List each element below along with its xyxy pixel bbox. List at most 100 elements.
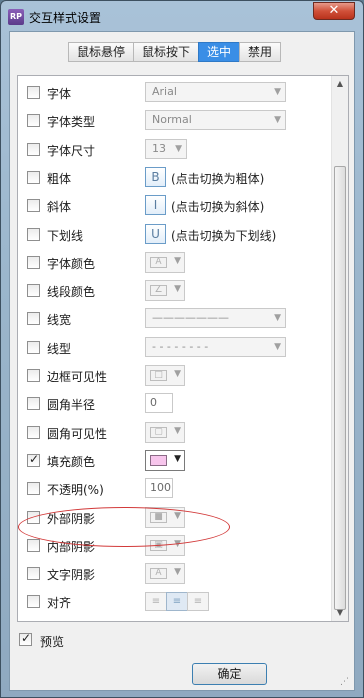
setting-label: 字体 — [47, 87, 72, 101]
style-toggle-button[interactable]: I — [145, 195, 166, 215]
setting-checkbox[interactable] — [27, 114, 40, 127]
tab-bar: 鼠标悬停 鼠标按下 选中 禁用 — [68, 42, 282, 62]
setting-label: 粗体 — [47, 172, 72, 186]
preview-toggle[interactable]: 预览 — [19, 631, 119, 649]
preview-label: 预览 — [40, 635, 65, 649]
setting-checkbox[interactable] — [27, 341, 40, 354]
scroll-down-icon[interactable]: ▼ — [332, 605, 348, 621]
setting-row: 线段颜色 ∠ ▼ — [18, 277, 331, 305]
setting-label: 对齐 — [47, 596, 72, 610]
app-icon: RP — [8, 9, 24, 25]
setting-dropdown[interactable]: ——————— ▼ — [145, 308, 286, 328]
setting-dropdown[interactable]: 13 ▼ — [145, 139, 187, 159]
color-swatch: ▣ — [150, 540, 167, 551]
color-picker[interactable]: ■ ▼ — [145, 507, 185, 528]
dropdown-value: ——————— — [152, 311, 229, 324]
setting-checkbox[interactable] — [27, 228, 40, 241]
dropdown-value: - - - - - - - - — [152, 340, 209, 353]
setting-checkbox[interactable] — [27, 199, 40, 212]
setting-checkbox[interactable] — [27, 595, 40, 608]
style-toggle-button[interactable]: B — [145, 167, 166, 187]
setting-checkbox[interactable] — [27, 312, 40, 325]
setting-label: 线段颜色 — [47, 285, 96, 299]
tab-1[interactable]: 鼠标按下 — [133, 42, 199, 62]
chevron-down-icon: ▼ — [274, 115, 281, 125]
setting-label: 字体颜色 — [47, 257, 96, 271]
setting-checkbox[interactable] — [27, 452, 40, 467]
setting-label: 不透明(%) — [47, 483, 104, 497]
resize-grip-icon[interactable]: ⋰ — [340, 676, 352, 688]
title-bar[interactable]: RP 交互样式设置 ✕ — [1, 1, 363, 31]
color-picker[interactable]: □ ▼ — [145, 365, 185, 386]
dropdown-value: 13 — [152, 142, 166, 155]
window-title: 交互样式设置 — [29, 11, 102, 25]
setting-checkbox[interactable] — [27, 171, 40, 184]
scroll-up-icon[interactable]: ▲ — [332, 76, 348, 92]
dialog-window: RP 交互样式设置 ✕ 鼠标悬停 鼠标按下 选中 禁用 字体 Arial ▼ 字体类型 Nor… — [0, 0, 364, 698]
ok-button[interactable]: 确定 — [192, 663, 267, 685]
setting-row: 下划线 U (点击切换为下划线) — [18, 221, 331, 249]
tab-2[interactable]: 选中 — [198, 42, 240, 62]
setting-label: 字体类型 — [47, 115, 96, 129]
color-picker[interactable]: A ▼ — [145, 563, 185, 584]
setting-checkbox[interactable] — [27, 284, 40, 297]
setting-label: 字体尺寸 — [47, 144, 96, 158]
setting-label: 内部阴影 — [47, 540, 96, 554]
color-picker[interactable]: ▣ ▼ — [145, 535, 185, 556]
setting-label: 圆角半径 — [47, 398, 96, 412]
setting-dropdown[interactable]: Normal ▼ — [145, 110, 286, 130]
setting-checkbox[interactable] — [27, 482, 40, 495]
setting-checkbox[interactable] — [27, 86, 40, 99]
setting-checkbox[interactable] — [27, 369, 40, 382]
chevron-down-icon: ▼ — [174, 256, 181, 266]
align-icon[interactable]: ≡ — [166, 592, 188, 611]
scroll-thumb[interactable] — [334, 166, 346, 610]
setting-checkbox[interactable] — [27, 511, 40, 524]
setting-checkbox[interactable] — [27, 397, 40, 410]
chevron-down-icon: ▼ — [274, 313, 281, 323]
chevron-down-icon: ▼ — [174, 539, 181, 549]
setting-checkbox[interactable] — [27, 539, 40, 552]
color-swatch: □ — [150, 370, 167, 381]
color-swatch: ▢ — [150, 427, 167, 438]
align-icon[interactable]: ≡ — [187, 592, 209, 611]
setting-row: 粗体 B (点击切换为粗体) — [18, 164, 331, 192]
setting-row: 斜体 I (点击切换为斜体) — [18, 192, 331, 220]
setting-row: 边框可见性 □ ▼ — [18, 362, 331, 390]
setting-label: 斜体 — [47, 200, 72, 214]
dropdown-value: Normal — [152, 113, 192, 126]
setting-row: 圆角半径 0 — [18, 390, 331, 418]
close-button[interactable]: ✕ — [313, 2, 355, 20]
setting-row: 线型 - - - - - - - - ▼ — [18, 334, 331, 362]
setting-row: 圆角可见性 ▢ ▼ — [18, 419, 331, 447]
number-input[interactable]: 0 — [145, 393, 173, 413]
setting-row: 内部阴影 ▣ ▼ — [18, 532, 331, 560]
chevron-down-icon: ▼ — [174, 567, 181, 577]
chevron-down-icon: ▼ — [174, 511, 181, 521]
align-icon[interactable]: ≡ — [145, 592, 167, 611]
tab-3[interactable]: 禁用 — [239, 42, 282, 62]
color-picker[interactable]: ▢ ▼ — [145, 422, 185, 443]
chevron-down-icon: ▼ — [174, 369, 181, 379]
setting-label: 文字阴影 — [47, 568, 96, 582]
color-picker[interactable]: ▼ — [145, 450, 185, 471]
setting-row: 线宽 ——————— ▼ — [18, 305, 331, 333]
setting-row: 不透明(%) 100 — [18, 475, 331, 503]
toggle-hint: (点击切换为斜体) — [171, 200, 265, 214]
setting-dropdown[interactable]: Arial ▼ — [145, 82, 286, 102]
vertical-scrollbar[interactable]: ▲ ▼ — [331, 76, 348, 621]
setting-checkbox[interactable] — [27, 567, 40, 580]
chevron-down-icon: ▼ — [174, 426, 181, 436]
style-toggle-button[interactable]: U — [145, 224, 166, 244]
settings-panel: 字体 Arial ▼ 字体类型 Normal ▼ 字体尺寸 13 ▼ 粗体 B (点击切换为粗体) 斜体… — [17, 75, 349, 622]
number-input[interactable]: 100 — [145, 478, 173, 498]
setting-dropdown[interactable]: - - - - - - - - ▼ — [145, 337, 286, 357]
color-picker[interactable]: ∠ ▼ — [145, 280, 185, 301]
preview-checkbox[interactable] — [19, 631, 32, 646]
color-swatch: ∠ — [150, 285, 167, 296]
setting-checkbox[interactable] — [27, 426, 40, 439]
tab-0[interactable]: 鼠标悬停 — [68, 42, 134, 62]
color-picker[interactable]: A ▼ — [145, 252, 185, 273]
setting-checkbox[interactable] — [27, 256, 40, 269]
setting-checkbox[interactable] — [27, 143, 40, 156]
